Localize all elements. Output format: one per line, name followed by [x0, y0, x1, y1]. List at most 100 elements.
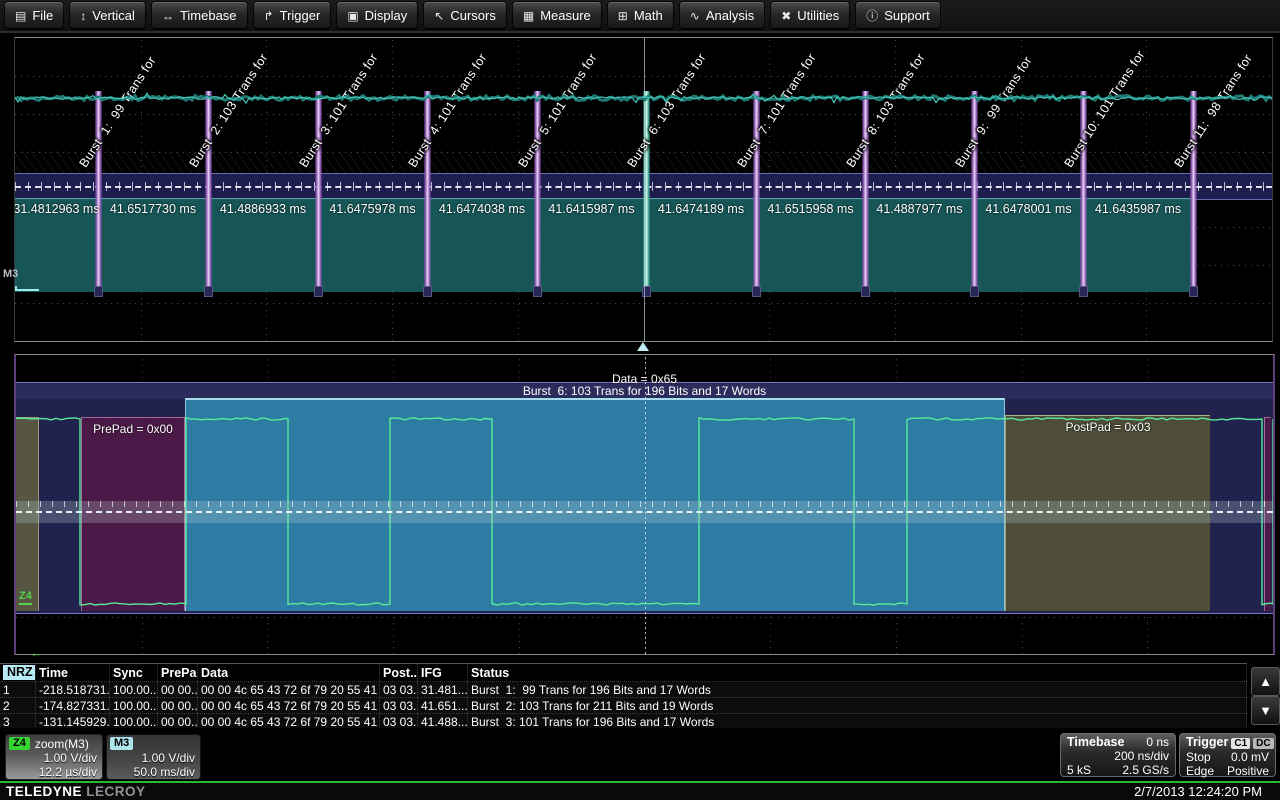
menu-item-analysis[interactable]: ∿ Analysis [679, 1, 765, 30]
timebase-title: Timebase [1067, 735, 1124, 749]
table-row[interactable]: 2-174.827331...100.00...00 00...00 00 4c… [0, 698, 1247, 714]
column-header-ifg: IFG [418, 664, 468, 681]
trigger-position-marker[interactable] [637, 342, 649, 351]
table-cell: 00 00... [158, 682, 198, 697]
table-cell: 03 03... [380, 714, 418, 729]
menu-item-utilities[interactable]: ✖ Utilities [770, 1, 850, 30]
menu-item-trigger[interactable]: ↱ Trigger [253, 1, 332, 30]
menu-item-label: Trigger [280, 8, 321, 23]
datetime: 2/7/2013 12:24:20 PM [1134, 784, 1262, 799]
trigger-coupling-badge: DC [1253, 738, 1273, 749]
table-cell: 100.00... [110, 682, 158, 697]
table-cell: 100.00... [110, 714, 158, 729]
table-scroll-up-button[interactable]: ▲ [1251, 667, 1280, 696]
column-header-post: Post... [380, 664, 418, 681]
menu-item-vertical[interactable]: ↕ Vertical [69, 1, 146, 30]
column-header-prepad: PrePad [158, 664, 198, 681]
horizontal-arrows-icon: ↔ [162, 9, 174, 23]
bottom-status-bar: Z4 zoom(M3) 1.00 V/div 12.2 µs/div M3 1.… [0, 728, 1280, 781]
display-icon: ▣ [347, 9, 358, 23]
z4-vdiv-value: 1.00 V/div [9, 751, 97, 765]
menu-item-support[interactable]: ⓘ Support [855, 1, 941, 30]
cursor-band[interactable] [16, 501, 1273, 523]
measure-icon: ▦ [523, 9, 534, 23]
timebase-sample-rate: 2.5 GS/s [1122, 763, 1169, 777]
m3-tdiv-value: 50.0 ms/div [110, 765, 195, 779]
column-header-nrz: NRZ [0, 664, 36, 681]
table-cell: 00 00 4c 65 43 72 6f 79 20 55 41 52... [198, 698, 380, 713]
menu-item-label: Measure [540, 8, 591, 23]
z4-descriptor-title: zoom(M3) [35, 737, 89, 751]
table-cell: 03 03... [380, 698, 418, 713]
table-cell: 00 00... [158, 714, 198, 729]
m3-trace-descriptor[interactable]: M3 1.00 V/div 50.0 ms/div [106, 734, 201, 780]
brand-logo: TELEDYNE LECROY [6, 784, 146, 799]
trigger-panel[interactable]: Trigger C1DC Stop 0.0 mV Edge Positive [1179, 733, 1276, 777]
table-cell: 100.00... [110, 698, 158, 713]
column-header-sync: Sync [110, 664, 158, 681]
menu-item-label: Timebase [180, 8, 237, 23]
menu-item-label: Utilities [797, 8, 839, 23]
table-cell: 41.488... [418, 714, 468, 729]
brand-teledyne: TELEDYNE [6, 784, 82, 799]
z4-trace-descriptor[interactable]: Z4 zoom(M3) 1.00 V/div 12.2 µs/div [5, 734, 103, 780]
info-icon: ⓘ [866, 7, 878, 24]
menu-item-label: Math [634, 8, 663, 23]
menu-bar: ▤File ↕ Vertical ↔ Timebase ↱ Trigger ▣ Display ↖… [0, 0, 1280, 33]
timebase-delay: 0 ns [1146, 735, 1169, 749]
vertical-arrows-icon: ↕ [80, 9, 86, 23]
utilities-tools-icon: ✖ [781, 9, 791, 23]
table-cell: Burst 1: 99 Trans for 196 Bits and 17 Wo… [468, 682, 1247, 697]
brand-lecroy: LECROY [86, 784, 145, 799]
trigger-mode: Stop [1186, 750, 1211, 764]
footer-bar: TELEDYNE LECROY 2/7/2013 12:24:20 PM [0, 783, 1280, 800]
table-scrollbar: ▲ ▼ [1251, 667, 1278, 725]
column-header-data: Data [198, 664, 380, 681]
cursor-icon: ↖ [434, 9, 444, 23]
cursor-band-ticks [16, 501, 1273, 507]
menu-item-label: Display [365, 8, 408, 23]
oscilloscope-screen: ▤File ↕ Vertical ↔ Timebase ↱ Trigger ▣ Display ↖… [0, 0, 1280, 800]
trigger-edge-icon: ↱ [264, 9, 274, 23]
main-waveform-graticule[interactable]: Burst 1: 99 Trans forBurst 2: 103 Trans … [14, 37, 1273, 342]
table-cell: 00 00 4c 65 43 72 6f 79 20 55 41 52... [198, 714, 380, 729]
menu-item-timebase[interactable]: ↔ Timebase [151, 1, 248, 30]
trigger-title: Trigger [1186, 735, 1228, 750]
column-header-status: Status [468, 664, 1247, 681]
table-cell: -174.827331... [36, 698, 110, 713]
trigger-slope: Positive [1227, 764, 1269, 778]
analysis-chart-icon: ∿ [690, 9, 700, 23]
menu-item-label: Cursors [450, 8, 496, 23]
menu-item-label: Vertical [92, 8, 135, 23]
table-cell: 00 00... [158, 698, 198, 713]
table-cell: 41.651... [418, 698, 468, 713]
table-cell: 3 [0, 714, 36, 729]
trigger-source-badge: C1 [1231, 738, 1250, 749]
menu-item-label: Support [884, 8, 930, 23]
table-cell: 03 03... [380, 682, 418, 697]
menu-item-cursors[interactable]: ↖ Cursors [423, 1, 507, 30]
m3-vdiv-value: 1.00 V/div [110, 751, 195, 765]
menu-item-label: File [32, 8, 53, 23]
menu-item-measure[interactable]: ▦ Measure [512, 1, 602, 30]
timebase-samples: 5 kS [1067, 763, 1091, 777]
timebase-panel[interactable]: Timebase 0 ns 200 ns/div 5 kS 2.5 GS/s [1060, 733, 1176, 777]
nrz-decode-table: NRZTimeSyncPrePadDataPost...IFGStatus1-2… [0, 663, 1247, 730]
menu-item-file[interactable]: ▤File [4, 1, 64, 30]
zoom-waveform-graticule[interactable]: Burst 6: 103 Trans for 196 Bits and 17 W… [14, 354, 1275, 655]
data-value-label: Data = 0x65 [16, 372, 1273, 386]
menu-item-math[interactable]: ⊞Math [607, 1, 674, 30]
table-cell: 00 00 4c 65 43 72 6f 79 20 55 41 52... [198, 682, 380, 697]
table-cell: Burst 2: 103 Trans for 211 Bits and 19 W… [468, 698, 1247, 713]
table-cell: -218.518731... [36, 682, 110, 697]
column-header-time: Time [36, 664, 110, 681]
menu-item-label: Analysis [706, 8, 754, 23]
table-scroll-down-button[interactable]: ▼ [1251, 696, 1280, 725]
cursor-dashed-line [16, 511, 1273, 513]
table-cell: 2 [0, 698, 36, 713]
timebase-per-div: 200 ns/div [1114, 749, 1169, 763]
menu-item-display[interactable]: ▣ Display [336, 1, 418, 30]
channel-m3-trace [15, 38, 1272, 341]
trigger-type: Edge [1186, 764, 1214, 778]
table-row[interactable]: 1-218.518731...100.00...00 00...00 00 4c… [0, 682, 1247, 698]
